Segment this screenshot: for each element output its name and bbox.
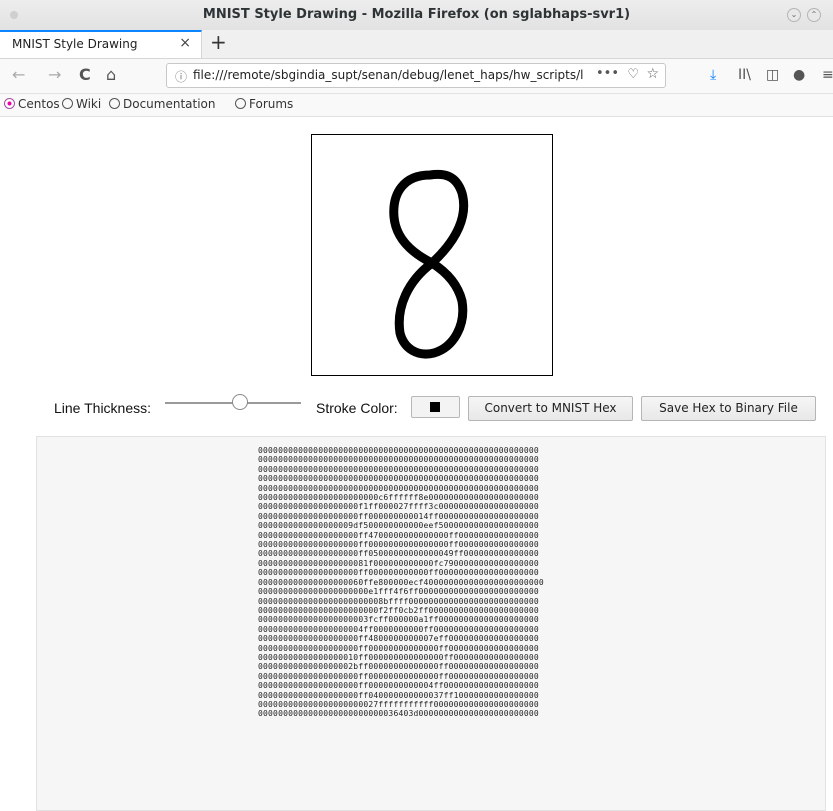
hex-output-line: 00000000000000000000ff000000000014ff0000… — [258, 511, 539, 521]
hex-output-line: 0000000000000000000000000000000000000000… — [258, 474, 539, 484]
stroke-color-label: Stroke Color: — [316, 400, 398, 416]
tab-mnist-drawing[interactable]: MNIST Style Drawing × — [0, 30, 202, 58]
hex-output-line: 0000000000000000002bff00000000000000ff00… — [258, 662, 539, 672]
pocket-icon[interactable]: ♡ — [627, 67, 639, 82]
hex-output-line: 00000000000000000000ff00000000000000ff00… — [258, 671, 539, 681]
hex-output-line: 0000000000000000000000e1fff4f6ff00000000… — [258, 587, 539, 597]
hex-output-line: 00000000000000000000ff0000000000000000ff… — [258, 540, 539, 550]
hex-output-line: 00000000000000000000ff4700000000000000ff… — [258, 530, 539, 540]
hex-output-text: 0000000000000000000000000000000000000000… — [258, 446, 544, 719]
hex-output-line: 00000000000000000000ff05000000000000049f… — [258, 549, 539, 559]
bookmark-label: Documentation — [123, 97, 216, 111]
back-icon[interactable]: ← — [12, 65, 25, 84]
site-info-icon[interactable]: ⓘ — [175, 68, 187, 85]
sidebar-icon[interactable]: ◫ — [766, 67, 779, 83]
navigation-bar: ← → C ⌂ ⓘ file:///remote/sbgindia_supt/s… — [0, 59, 833, 94]
hex-output-line: 0000000000000000000000000000000000000000… — [258, 464, 539, 474]
line-thickness-label: Line Thickness: — [54, 400, 152, 416]
forward-icon[interactable]: → — [48, 65, 61, 84]
hex-output-line: 0000000000000000000000000000000000000000… — [258, 455, 539, 465]
tab-label: MNIST Style Drawing — [12, 37, 138, 51]
drawing-canvas[interactable] — [311, 134, 553, 376]
bookmark-wiki[interactable]: Wiki — [62, 97, 101, 111]
bookmark-label: Forums — [249, 97, 294, 111]
hex-output-line: 0000000000000000000081f000000000000fc790… — [258, 558, 539, 568]
bookmark-label: Wiki — [76, 97, 102, 111]
hex-output-line: 00000000000000000010ff000000000000000ff0… — [258, 652, 539, 662]
menu-icon[interactable]: ≡ — [822, 67, 833, 83]
download-icon[interactable]: ⤓ — [710, 67, 716, 83]
window-title-bar: MNIST Style Drawing - Mozilla Firefox (o… — [0, 0, 833, 31]
globe-icon — [62, 98, 73, 109]
save-hex-to-binary-file-button[interactable]: Save Hex to Binary File — [641, 396, 816, 421]
line-thickness-slider-thumb[interactable] — [231, 394, 248, 410]
hex-output-line: 00000000000000000000f1ff000027ffff3c0000… — [258, 502, 539, 512]
drawn-digit — [389, 169, 469, 359]
bookmark-label: Centos — [18, 97, 60, 111]
globe-icon — [235, 98, 246, 109]
tab-bar: MNIST Style Drawing × + — [0, 30, 833, 59]
hex-output-line: 00000000000000000000ff4800000000007eff00… — [258, 634, 539, 644]
bookmarks-toolbar: Centos Wiki Documentation Forums — [0, 94, 833, 117]
hex-output-line: 00000000000000000000ff00000000000000ff00… — [258, 643, 539, 653]
centos-icon — [4, 98, 15, 109]
hex-output-line: 000000000000000000004ff0000000000ff00000… — [258, 624, 539, 634]
url-bar[interactable]: ⓘ file:///remote/sbgindia_supt/senan/deb… — [166, 63, 666, 88]
stroke-color-picker[interactable] — [411, 396, 460, 418]
extension-icon[interactable]: ● — [793, 67, 805, 83]
hex-output-line: 00000000000000000000ff0000000000004ff000… — [258, 681, 539, 691]
maximize-icon[interactable]: ⌃ — [807, 8, 821, 22]
hex-output-line: 000000000000000000000000f2ff0cb2ff000000… — [258, 605, 539, 615]
hex-output-line: 0000000000000000000000000000000000000000… — [258, 483, 539, 493]
hex-output-panel: 0000000000000000000000000000000000000000… — [36, 436, 826, 811]
hex-output-line: 0000000000000000000000000036403d00000000… — [258, 709, 539, 719]
close-tab-icon[interactable]: × — [179, 35, 191, 51]
bookmark-centos[interactable]: Centos — [4, 97, 60, 111]
library-icon[interactable]: II\ — [738, 67, 751, 83]
globe-icon — [109, 98, 120, 109]
url-text[interactable]: file:///remote/sbgindia_supt/senan/debug… — [193, 68, 584, 82]
window-title: MNIST Style Drawing - Mozilla Firefox (o… — [202, 7, 631, 22]
hex-output-line: 000000000000000000000027fffffffffff00000… — [258, 699, 539, 709]
stroke-color-swatch — [430, 402, 440, 412]
reload-icon[interactable]: C — [79, 65, 91, 84]
bookmark-star-icon[interactable]: ☆ — [646, 66, 659, 82]
minimize-icon[interactable]: ⌄ — [787, 8, 801, 22]
bookmark-documentation[interactable]: Documentation — [109, 97, 216, 111]
convert-to-mnist-hex-button[interactable]: Convert to MNIST Hex — [468, 396, 633, 421]
bookmark-forums[interactable]: Forums — [235, 97, 293, 111]
hex-output-line: 000000000000000000060ffe800000ecf4000000… — [258, 577, 544, 587]
hex-output-line: 00000000000000000000ff000000000000ff0000… — [258, 568, 539, 578]
new-tab-icon[interactable]: + — [210, 30, 227, 54]
hex-output-line: 0000000000000000000000000000000000000000… — [258, 446, 539, 455]
page-actions-icon[interactable]: ••• — [596, 66, 619, 81]
home-icon[interactable]: ⌂ — [106, 65, 116, 84]
hex-output-line: 0000000000000000009df500000000000eef5000… — [258, 521, 539, 531]
hex-output-line: 00000000000000000000ff040000000000037ff1… — [258, 690, 539, 700]
hex-output-line: 000000000000000000000000c6ffffff8e000000… — [258, 493, 539, 503]
hex-output-line: 0000000000000000000003fcff000000a1ff0000… — [258, 615, 539, 625]
hex-output-line: 0000000000000000000000008bffff0000000000… — [258, 596, 539, 606]
